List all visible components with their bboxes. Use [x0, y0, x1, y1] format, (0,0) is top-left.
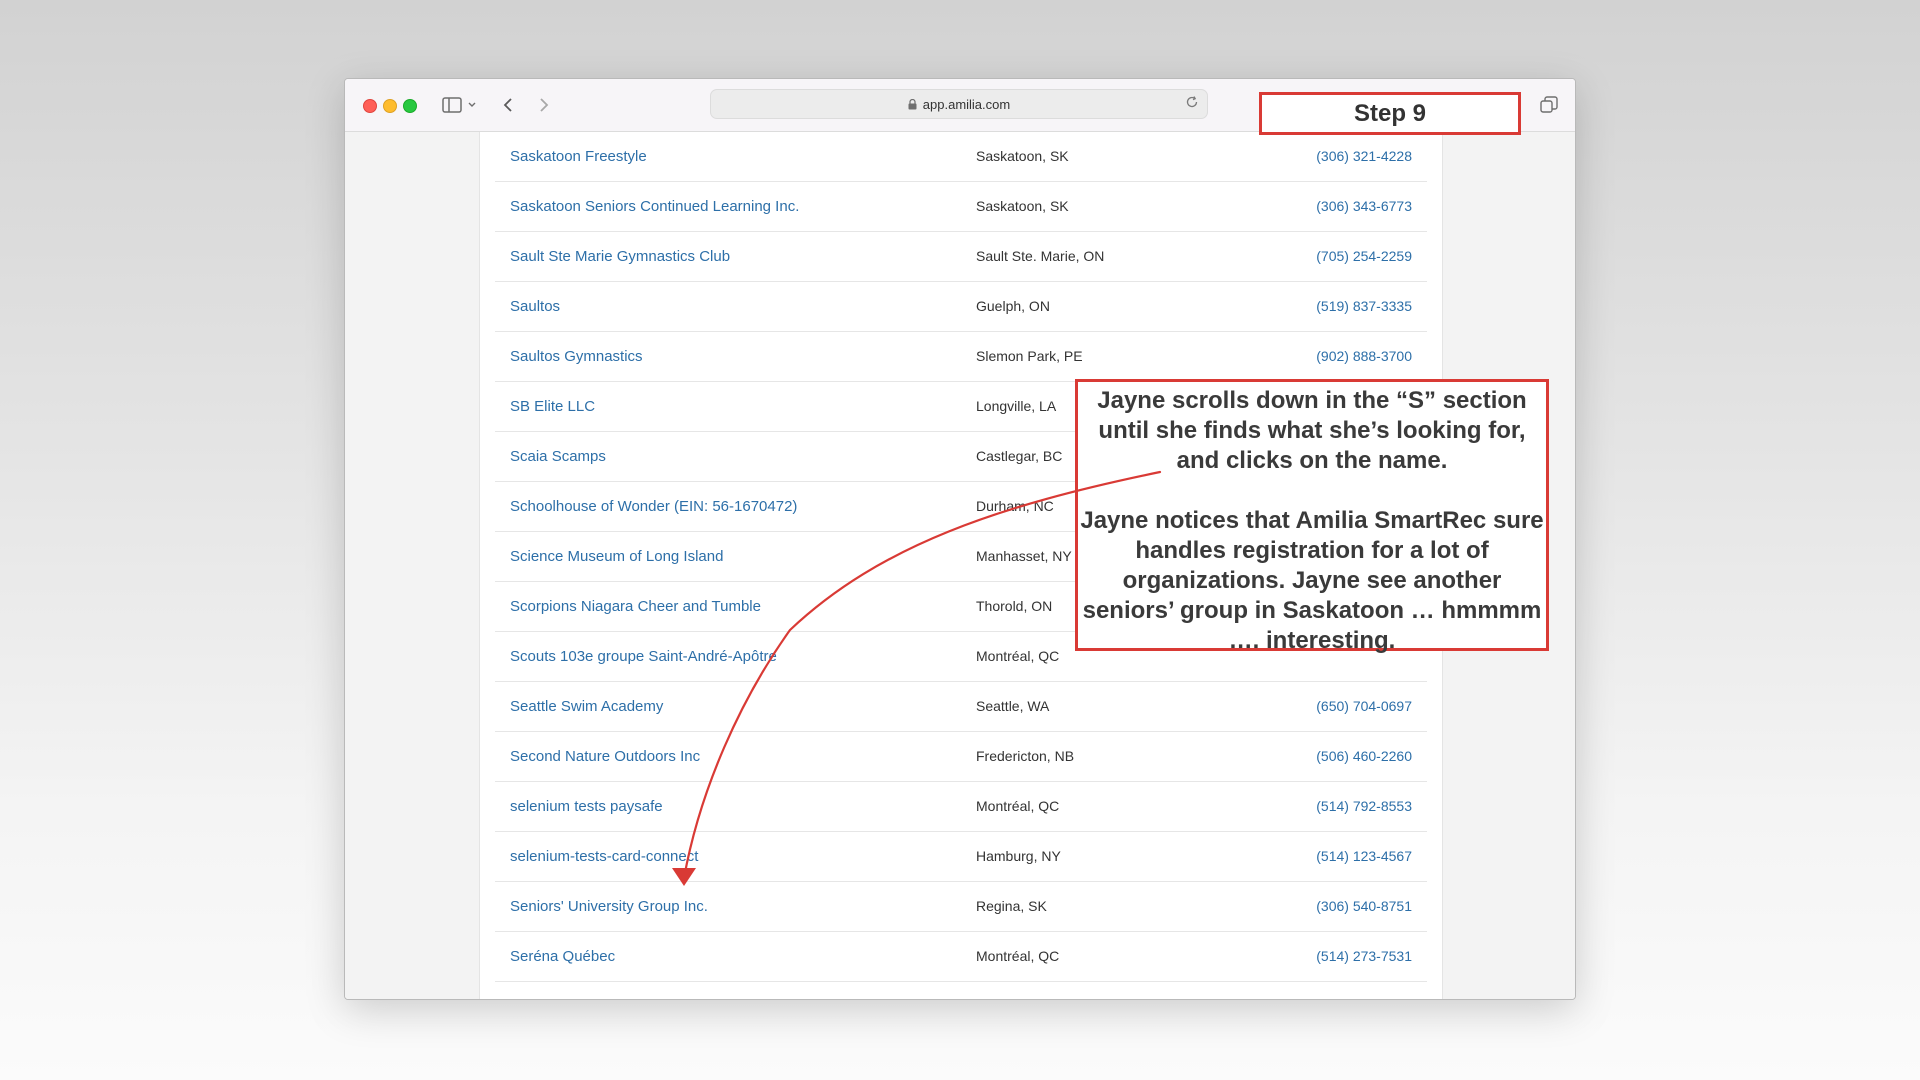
zoom-window-button[interactable] — [403, 99, 417, 113]
organization-phone-link[interactable]: (306) 321-4228 — [1316, 148, 1412, 164]
chevron-down-icon[interactable] — [466, 93, 478, 117]
organization-name-link[interactable]: Scaia Scamps — [510, 448, 606, 465]
annotation-paragraph-1: Jayne scrolls down in the “S” section un… — [1097, 387, 1527, 474]
organization-location: Seattle, WA — [976, 698, 1050, 714]
organization-name-link[interactable]: Science Museum of Long Island — [510, 548, 723, 565]
minimize-window-button[interactable] — [383, 99, 397, 113]
organization-name-link[interactable]: Saskatoon Freestyle — [510, 148, 647, 165]
table-row: Saskatoon Freestyle Saskatoon, SK (306) 32… — [495, 132, 1427, 182]
organization-location: Montréal, QC — [976, 948, 1060, 964]
table-row: Second Nature Outdoors Inc Fredericton, N… — [495, 732, 1427, 782]
table-row: Saultos Guelph, ON (519) 837-3335 — [495, 282, 1427, 332]
organization-phone-link[interactable]: (306) 540-8751 — [1316, 898, 1412, 914]
organization-name-link[interactable]: selenium-tests-card-connect — [510, 848, 698, 865]
organization-name-link[interactable]: Schoolhouse of Wonder (EIN: 56-1670472) — [510, 498, 797, 515]
table-row: Seniors' University Group Inc. Regina, SK… — [495, 882, 1427, 932]
organization-location: Belmont, CA — [976, 998, 1055, 999]
organization-name-link[interactable]: Scouts 103e groupe Saint-André-Apôtre — [510, 648, 777, 665]
lock-icon — [908, 98, 917, 110]
organization-phone-link[interactable]: (650) 704-0697 — [1316, 698, 1412, 714]
table-row: selenium-tests-card-connect Hamburg, NY (5… — [495, 832, 1427, 882]
table-row: Serendipity School Belmont, CA (650) 596-9… — [495, 982, 1427, 999]
chevron-left-icon[interactable] — [498, 93, 518, 117]
step-label: Step 9 — [1259, 92, 1521, 135]
tabs-overview-icon[interactable] — [1538, 93, 1560, 117]
organization-phone-link[interactable]: (902) 888-3700 — [1316, 348, 1412, 364]
organization-location: Fredericton, NB — [976, 748, 1075, 764]
organization-location: Sault Ste. Marie, ON — [976, 248, 1105, 264]
organization-name-link[interactable]: SB Elite LLC — [510, 398, 595, 415]
close-window-button[interactable] — [363, 99, 377, 113]
organization-location: Regina, SK — [976, 898, 1047, 914]
reload-icon[interactable] — [1185, 95, 1199, 112]
organization-location: Saskatoon, SK — [976, 198, 1069, 214]
organization-location: Durham, NC — [976, 498, 1054, 514]
annotation-paragraph-2: Jayne notices that Amilia SmartRec sure … — [1080, 507, 1544, 654]
organization-name-link[interactable]: Sault Ste Marie Gymnastics Club — [510, 248, 730, 265]
organization-name-link[interactable]: selenium tests paysafe — [510, 798, 663, 815]
sidebar-icon[interactable] — [440, 93, 464, 117]
organization-name-link[interactable]: Second Nature Outdoors Inc — [510, 748, 700, 765]
table-row: Seattle Swim Academy Seattle, WA (650) 704… — [495, 682, 1427, 732]
organization-location: Saskatoon, SK — [976, 148, 1069, 164]
organization-phone-link[interactable]: (514) 273-7531 — [1316, 948, 1412, 964]
organization-location: Thorold, ON — [976, 598, 1053, 614]
table-row: Saskatoon Seniors Continued Learning Inc… — [495, 182, 1427, 232]
organization-location: Longville, LA — [976, 398, 1057, 414]
organization-phone-link[interactable]: (514) 123-4567 — [1316, 848, 1412, 864]
table-row: Saultos Gymnastics Slemon Park, PE (902) 8… — [495, 332, 1427, 382]
table-row: Sault Ste Marie Gymnastics Club Sault Ste… — [495, 232, 1427, 282]
organization-name-link[interactable]: Saultos — [510, 298, 560, 315]
organization-phone-link[interactable]: (514) 792-8553 — [1316, 798, 1412, 814]
chevron-right-icon[interactable] — [534, 93, 554, 117]
organization-name-link[interactable]: Seniors' University Group Inc. — [510, 898, 708, 915]
organization-name-link[interactable]: Seréna Québec — [510, 948, 615, 965]
organization-location: Guelph, ON — [976, 298, 1050, 314]
organization-name-link[interactable]: Scorpions Niagara Cheer and Tumble — [510, 598, 761, 615]
annotation-callout: Jayne scrolls down in the “S” section un… — [1075, 379, 1549, 654]
organization-name-link[interactable]: Serendipity School — [510, 998, 635, 999]
table-row: Seréna Québec Montréal, QC (514) 273-7531 — [495, 932, 1427, 982]
organization-location: Montréal, QC — [976, 648, 1060, 664]
organization-location: Manhasset, NY — [976, 548, 1072, 564]
organization-location: Montréal, QC — [976, 798, 1060, 814]
organization-name-link[interactable]: Saultos Gymnastics — [510, 348, 643, 365]
organization-location: Slemon Park, PE — [976, 348, 1083, 364]
organization-phone-link[interactable]: (506) 460-2260 — [1316, 748, 1412, 764]
organization-location: Hamburg, NY — [976, 848, 1061, 864]
organization-location: Castlegar, BC — [976, 448, 1063, 464]
organization-name-link[interactable]: Saskatoon Seniors Continued Learning Inc… — [510, 198, 799, 215]
url-text: app.amilia.com — [922, 96, 1011, 112]
organization-name-link[interactable]: Seattle Swim Academy — [510, 698, 663, 715]
organization-phone-link[interactable]: (650) 596-9100 — [1316, 998, 1412, 999]
organization-phone-link[interactable]: (705) 254-2259 — [1316, 248, 1412, 264]
organization-phone-link[interactable]: (306) 343-6773 — [1316, 198, 1412, 214]
table-row: selenium tests paysafe Montréal, QC (514) … — [495, 782, 1427, 832]
organization-phone-link[interactable]: (519) 837-3335 — [1316, 298, 1412, 314]
address-bar[interactable]: app.amilia.com — [710, 89, 1208, 119]
